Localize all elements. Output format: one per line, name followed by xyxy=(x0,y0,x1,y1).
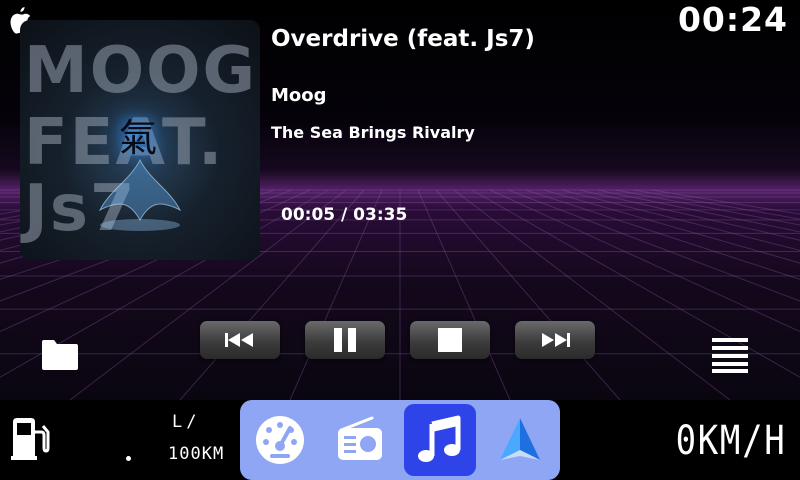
consumption-unit-bottom: 100KM xyxy=(168,444,225,464)
consumption-unit-top: L/ xyxy=(172,412,201,432)
album-name: The Sea Brings Rivalry xyxy=(271,123,475,142)
radio-icon xyxy=(338,416,382,460)
playlist-icon[interactable] xyxy=(712,337,748,373)
dock-navigation-button[interactable] xyxy=(484,404,556,476)
app-dock xyxy=(240,400,560,480)
stop-button[interactable] xyxy=(410,321,490,359)
dock-radio-button[interactable] xyxy=(324,404,396,476)
album-art[interactable]: MOOG FEAT. Js7 氣 xyxy=(20,20,260,260)
speedometer-icon xyxy=(256,416,304,464)
clock: 00:24 xyxy=(677,0,788,39)
dock-dashboard-button[interactable] xyxy=(244,404,316,476)
bottom-bar: L/ 100KM 0KM/H xyxy=(0,400,800,480)
next-icon xyxy=(542,333,570,347)
speed-readout: 0KM/H xyxy=(675,418,786,464)
track-title: Overdrive (feat. Js7) xyxy=(271,26,535,52)
dock-music-button[interactable] xyxy=(404,404,476,476)
fuel-pump-icon xyxy=(11,418,50,460)
folder-icon[interactable] xyxy=(42,338,78,370)
album-art-text-line: MOOG xyxy=(24,34,258,108)
playback-time: 00:05 / 03:35 xyxy=(281,205,408,225)
previous-icon xyxy=(225,333,253,347)
stop-icon xyxy=(438,328,462,352)
next-button[interactable] xyxy=(515,321,595,359)
artist-name: Moog xyxy=(271,85,327,106)
music-note-icon xyxy=(418,415,461,462)
pause-button[interactable] xyxy=(305,321,385,359)
navigation-arrow-icon xyxy=(500,418,540,460)
consumption-value xyxy=(126,456,131,461)
player-screen: 00:24 MOOG FEAT. Js7 氣 Overdrive (feat. … xyxy=(0,0,800,400)
album-art-glyph: 氣 xyxy=(118,116,157,160)
previous-button[interactable] xyxy=(200,321,280,359)
pause-icon xyxy=(334,328,356,352)
